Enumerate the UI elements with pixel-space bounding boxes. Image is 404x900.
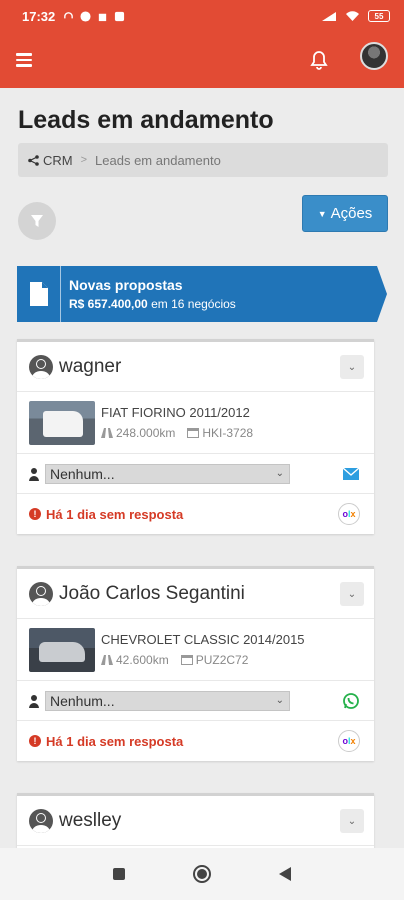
user-icon [29,808,53,833]
new-proposals-banner[interactable]: Novas propostas R$ 657.400,00 em 16 negó… [17,266,387,322]
chevron-down-icon: ⌄ [347,588,357,600]
actions-button[interactable]: ▼ Ações [302,195,388,232]
lead-name[interactable]: João Carlos Segantini [59,583,245,605]
signal-icon [322,11,336,21]
filter-icon [31,215,43,227]
vehicle-photo [29,400,95,445]
document-icon [17,266,61,322]
battery-level: 55 [374,11,384,21]
app-icon [115,11,125,21]
caret-down-icon: ▼ [317,208,327,219]
assignee-select[interactable]: Nenhum... ⌄ [45,690,290,711]
vehicle-photo [29,627,95,672]
home-icon[interactable] [193,865,211,883]
back-icon[interactable] [279,867,291,881]
main-content: Leads em andamento CRM > Leads em andame… [0,88,404,848]
person-icon [29,694,39,708]
assignee-select[interactable]: Nenhum... ⌄ [45,463,290,484]
collapse-button[interactable]: ⌄ [340,582,364,606]
breadcrumb-crm[interactable]: CRM [43,153,73,168]
email-icon[interactable] [342,465,360,483]
plate-icon [187,428,200,438]
lead-header: João Carlos Segantini ⌄ [17,569,374,619]
road-icon [101,428,113,438]
collapse-button[interactable]: ⌄ [340,809,364,833]
share-icon [28,154,39,166]
vehicle-plate: HKI-3728 [202,426,254,440]
recents-icon[interactable] [113,868,125,880]
collapse-button[interactable]: ⌄ [340,355,364,379]
status-text: Há 1 dia sem resposta [46,506,184,522]
lead-vehicle[interactable]: FIAT FIORINO 2011/2012 248.000km HKI-372… [17,392,374,454]
filter-button[interactable] [18,202,56,240]
chevron-down-icon: ⌄ [347,815,357,827]
whatsapp-icon[interactable] [342,692,360,710]
chevron-down-icon: ⌄ [275,467,284,479]
assignee-row: Nenhum... ⌄ [17,454,374,494]
breadcrumb-separator: > [80,154,88,166]
bag-icon [99,13,107,21]
warning-icon: ! [29,735,41,747]
wifi-icon [346,10,359,21]
assignee-row: Nenhum... ⌄ [17,681,374,721]
proposals-summary: R$ 657.400,00 em 16 negócios [69,297,236,311]
battery-icon: 55 [368,10,390,22]
spotify-icon [80,10,91,22]
chevron-down-icon: ⌄ [275,694,284,706]
lead-card: wagner ⌄ FIAT FIORINO 2011/2012 248.000k… [17,339,374,534]
actions-label: Ações [330,205,373,222]
lead-header: wagner ⌄ [17,342,374,392]
headphones-icon [64,11,74,18]
chevron-down-icon: ⌄ [347,361,357,373]
proposals-suffix: em 16 negócios [151,297,236,311]
lead-name[interactable]: weslley [59,810,121,832]
breadcrumb: CRM > Leads em andamento [18,143,388,177]
vehicle-title: CHEVROLET CLASSIC 2014/2015 [101,632,305,647]
warning-icon: ! [29,508,41,520]
lead-header: weslley ⌄ [17,796,374,846]
proposals-title: Novas propostas [69,277,183,293]
bell-icon[interactable] [309,49,329,71]
status-row: ! Há 1 dia sem resposta olx [17,494,374,534]
page-title: Leads em andamento [18,106,274,134]
system-nav-bar [0,848,404,900]
status-row: ! Há 1 dia sem resposta olx [17,721,374,761]
vehicle-km: 248.000km [116,426,176,440]
app-bar [0,32,404,88]
road-icon [101,655,113,665]
vehicle-title: FIAT FIORINO 2011/2012 [101,405,250,420]
person-icon [29,467,39,481]
user-icon [29,581,53,606]
status-bar: 17:32 55 [0,0,404,32]
lead-card: weslley ⌄ [17,793,374,848]
vehicle-km: 42.600km [116,653,169,667]
lead-card: João Carlos Segantini ⌄ CHEVROLET CLASSI… [17,566,374,761]
lead-vehicle[interactable]: CHEVROLET CLASSIC 2014/2015 42.600km PUZ… [17,619,374,681]
status-time: 17:32 [22,8,56,24]
assignee-value: Nenhum... [50,692,115,709]
status-text: Há 1 dia sem resposta [46,733,184,749]
user-avatar[interactable] [360,42,388,70]
lead-name[interactable]: wagner [59,356,121,378]
vehicle-plate: PUZ2C72 [195,653,249,667]
breadcrumb-current: Leads em andamento [95,152,221,168]
assignee-value: Nenhum... [50,465,115,482]
olx-logo-icon: olx [338,503,360,525]
olx-logo-icon: olx [338,730,360,752]
menu-icon[interactable] [16,53,32,67]
proposals-amount: R$ 657.400,00 [69,297,148,311]
plate-icon [180,655,193,665]
user-icon [29,354,53,379]
